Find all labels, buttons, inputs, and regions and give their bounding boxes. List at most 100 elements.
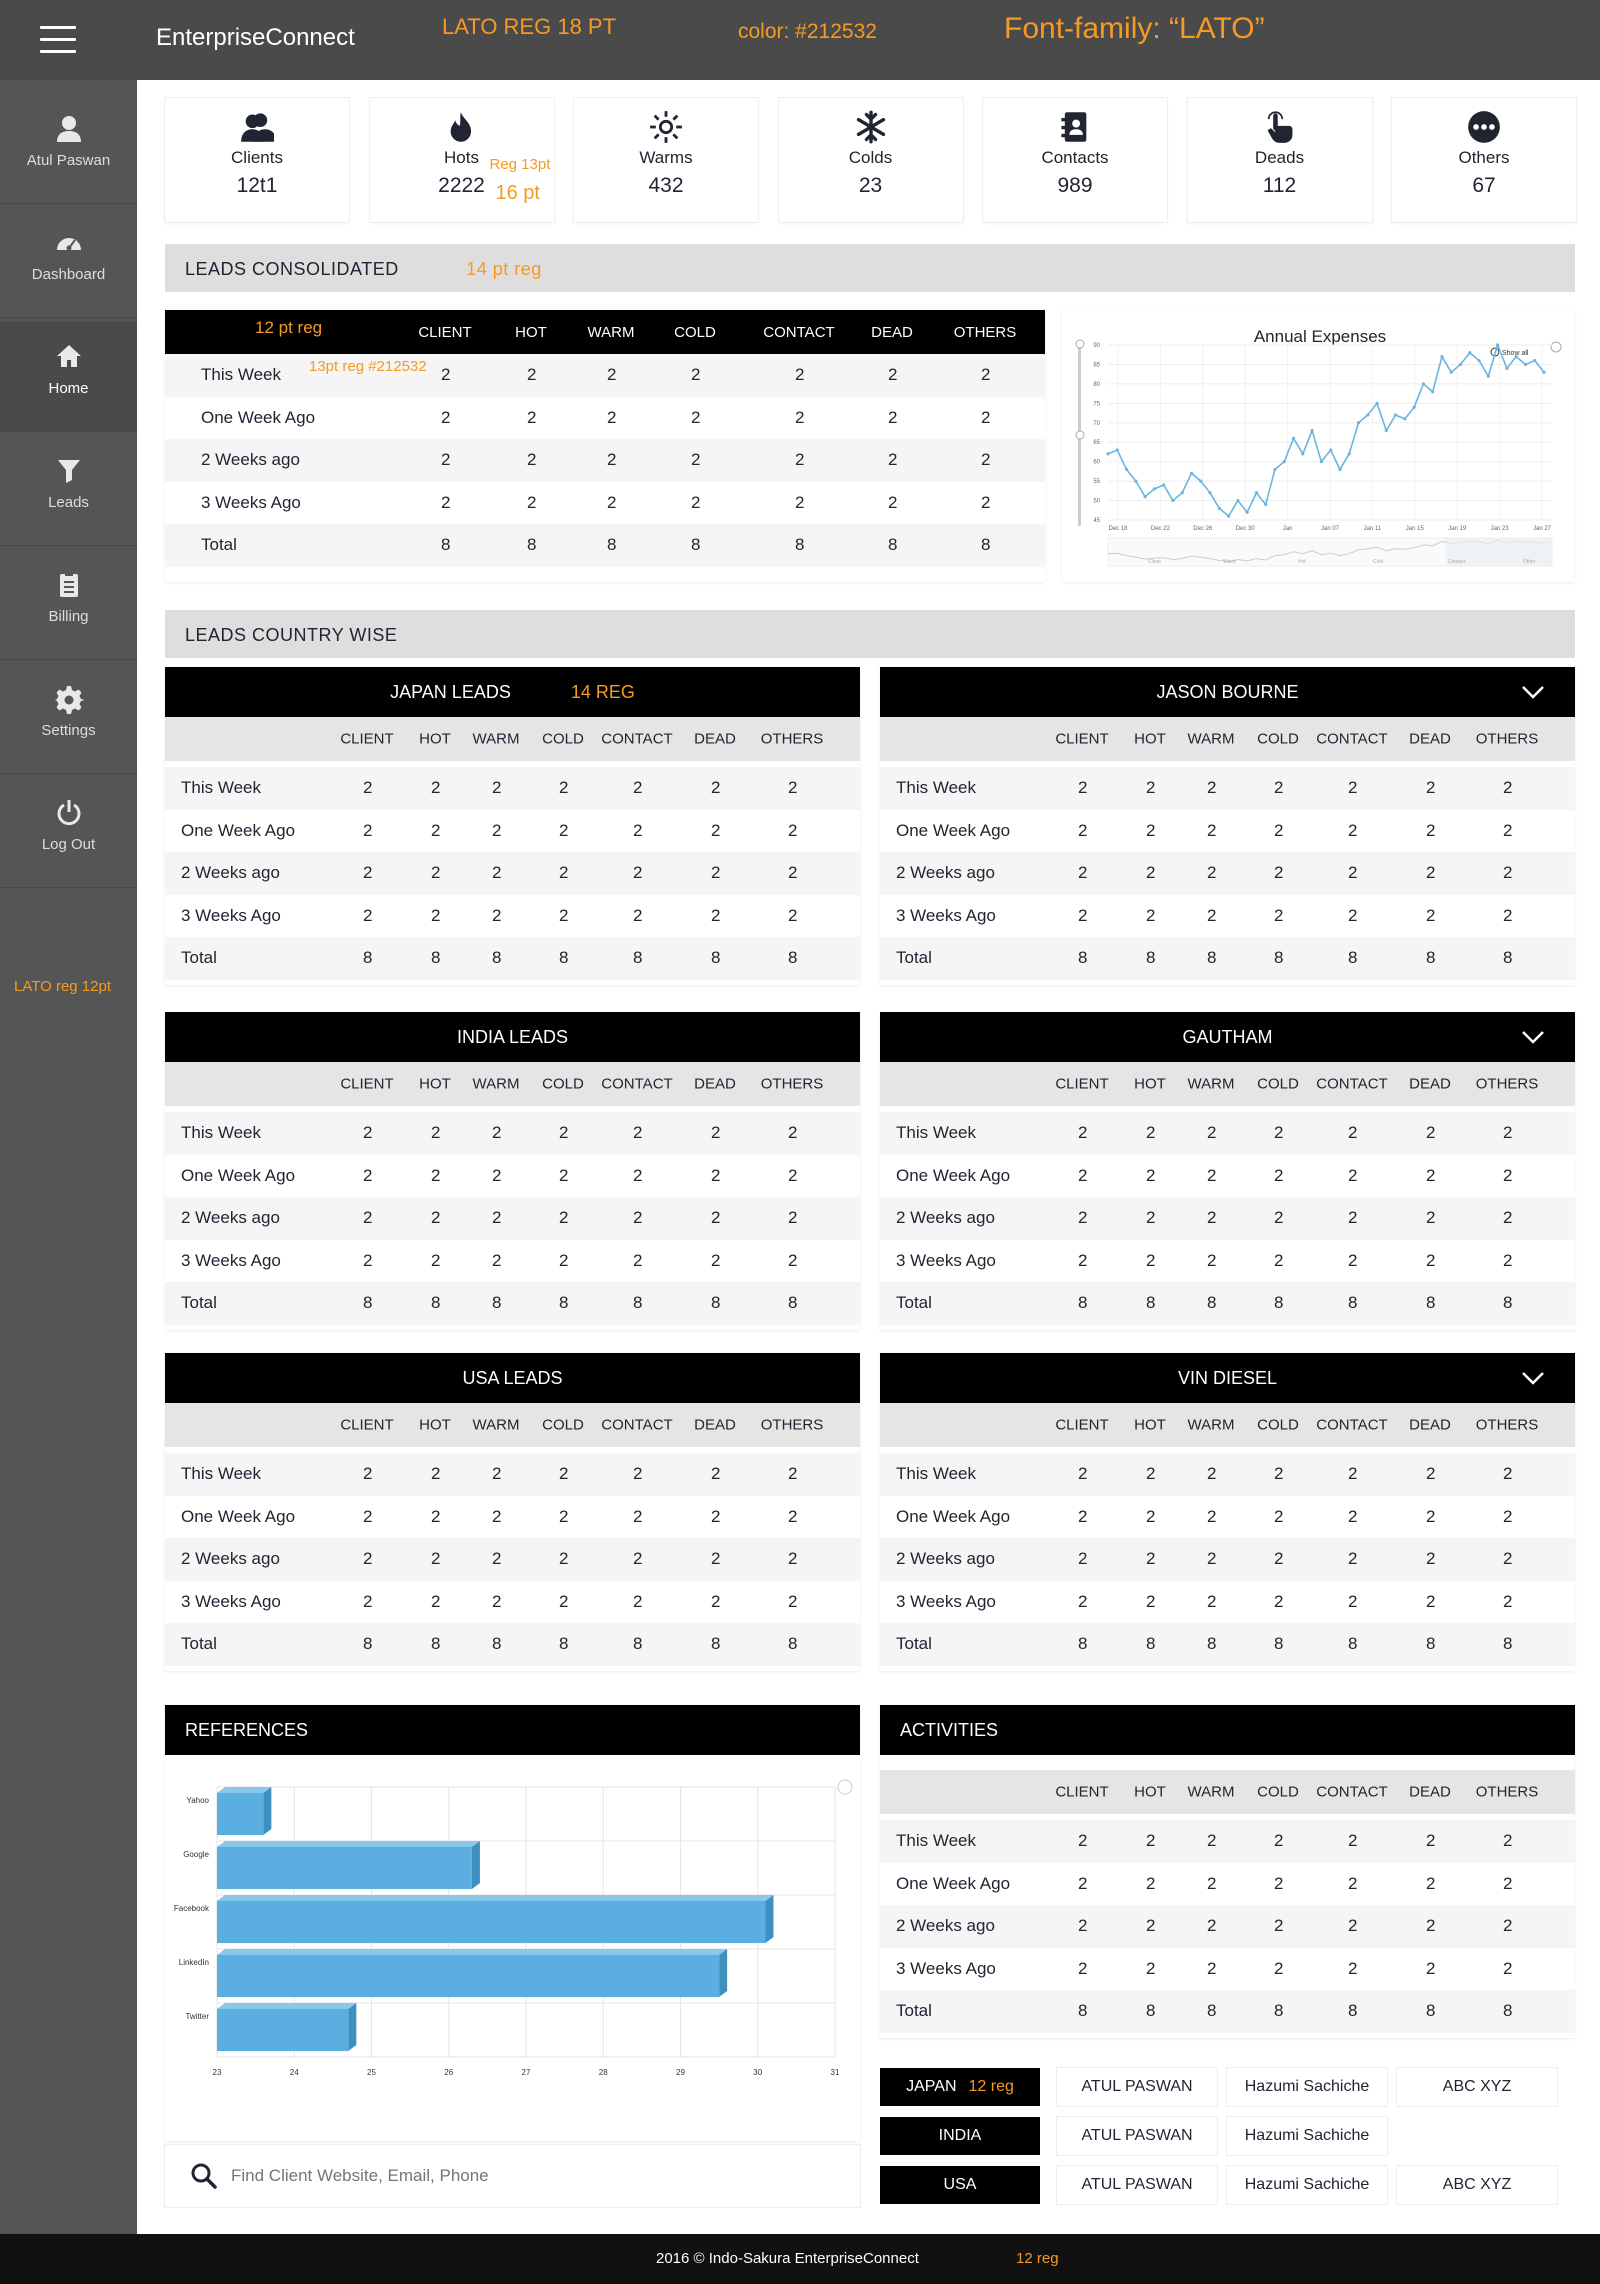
sidebar-item-log-out[interactable]: Log Out [0,778,137,888]
cell-value: 2 [711,1549,721,1569]
cell-value: 2 [1207,1831,1217,1851]
sidebar-item-billing[interactable]: Billing [0,550,137,660]
cell-value: 2 [1207,905,1217,925]
chevron-down-icon[interactable] [1521,1029,1545,1045]
assignee-button[interactable]: ATUL PASWAN [1057,2166,1217,2204]
navigator-label: Other [1523,559,1536,565]
category-label: Facebook [174,1904,210,1913]
menu-icon[interactable] [40,26,76,54]
table-row: One Week Ago 2 2 2 2 2 2 2 [880,1862,1575,1905]
cell-value: 2 [431,820,441,840]
cell-value: 8 [711,1293,721,1313]
bar-side [348,2002,357,2052]
stat-card-colds[interactable]: Colds 23 [778,98,963,222]
search-input[interactable] [231,2159,831,2193]
cell-value: 2 [1348,1591,1358,1611]
cell-value: 2 [633,778,643,798]
data-point [1458,362,1463,367]
sidebar-item-label: Dashboard [31,266,106,283]
bar-linkedin [217,1954,720,1998]
chevron-down-icon[interactable] [1521,684,1545,700]
cell-value: 2 [1503,1464,1513,1484]
country-button-india[interactable]: INDIA [880,2117,1040,2155]
cell-value: 2 [1146,1873,1156,1893]
stat-card-deads[interactable]: Deads 112 [1187,98,1372,222]
data-point [1356,421,1361,425]
country-button-japan[interactable]: JAPAN 12 reg [880,2068,1040,2106]
sidebar-item-dashboard[interactable]: Dashboard [0,208,137,318]
consolidated-table: 12 pt reg CLIENT HOT WARM COLD CONTACT DEAD OT… [165,310,1045,582]
sidebar-item-atul-paswan[interactable]: Atul Paswan [0,94,137,204]
cell-value: 2 [711,1123,721,1143]
country-button-usa[interactable]: USA [880,2166,1040,2204]
cell-value: 2 [1274,1549,1284,1569]
data-point [1134,479,1138,483]
panel-title: INDIA LEADS [456,1027,569,1047]
cell-value: 2 [1348,1250,1358,1270]
cell-value: 2 [1503,1549,1513,1569]
y-tick-label: 80 [1093,382,1100,388]
search-bar[interactable] [165,2145,860,2207]
assignee-button[interactable]: Hazumi Sachiche [1227,2068,1387,2106]
row-label: 3 Weeks Ago [896,1591,996,1611]
cell-value: 2 [633,905,643,925]
cell-value: 2 [1274,1916,1284,1936]
assignee-button[interactable]: ABC XYZ [1397,2166,1557,2204]
cell-value: 2 [527,450,537,470]
cell-value: 8 [1503,1634,1513,1654]
data-point [1217,506,1221,510]
cell-value: 2 [363,1250,373,1270]
chevron-down-icon[interactable] [1521,1370,1545,1386]
table-row: Total 8 8 8 8 8 8 8 [165,1282,860,1325]
cell-value: 2 [1274,1250,1284,1270]
stat-value: 432 [648,174,684,197]
cell-value: 2 [1426,1123,1436,1143]
data-point [1449,370,1453,374]
cell-value: 8 [607,535,617,555]
assignee-button[interactable]: Hazumi Sachiche [1227,2117,1387,2155]
cell-value: 2 [1207,1958,1217,1978]
column-header-dead: DEAD [694,730,736,748]
panel-header[interactable]: GAUTHAM [880,1012,1575,1062]
column-header-row: CLIENT HOT WARM COLD CONTACT DEAD OTHERS [165,1062,860,1106]
cell-value: 2 [633,1506,643,1526]
sidebar-item-leads[interactable]: Leads [0,436,137,546]
stat-card-warms[interactable]: Warms 432 [574,98,758,222]
sidebar-item-home[interactable]: Home [0,322,137,432]
cell-value: 2 [1348,778,1358,798]
stat-card-hots[interactable]: Hots 2222 Reg 13pt 16 pt [369,98,554,222]
table-row: 2 Weeks ago 2 2 2 2 2 2 2 [880,852,1575,895]
stat-card-contacts[interactable]: Contacts 989 [983,98,1167,222]
annotation: 14 REG [570,682,635,702]
stat-label: Contacts [1041,148,1109,167]
cell-value: 2 [788,905,798,925]
x-tick-label: Dec 18 [1108,526,1128,532]
column-header-dead: DEAD [694,1416,736,1434]
assignee-button[interactable]: Hazumi Sachiche [1227,2166,1387,2204]
column-header-hot: HOT [515,324,547,341]
assignee-button[interactable]: ABC XYZ [1397,2068,1557,2106]
table-row: One Week Ago 2 2 2 2 2 2 2 [880,1154,1575,1197]
row-label: 3 Weeks Ago [896,905,996,925]
assignee-button[interactable]: ATUL PASWAN [1057,2117,1217,2155]
stat-card-others[interactable]: Others 67 [1392,98,1576,222]
y-tick-label: 45 [1093,518,1100,524]
data-point [1375,401,1379,405]
panel-header[interactable]: JASON BOURNE [880,667,1575,717]
cell-value: 8 [1503,2001,1513,2021]
user-icon [56,116,81,142]
sidebar-item-settings[interactable]: Settings [0,664,137,774]
panel-header[interactable]: VIN DIESEL [880,1353,1575,1403]
data-point [1347,452,1351,456]
bar-top [217,1786,272,1793]
cell-value: 2 [527,365,537,385]
stat-card-clients[interactable]: Clients 12t1 [165,98,349,222]
column-header-row: CLIENT HOT WARM COLD CONTACT DEAD OTHERS [165,717,860,761]
column-header-warm: WARM [1187,1783,1235,1801]
contact-book-icon [1061,112,1087,142]
column-header-others: OTHERS [1475,1416,1539,1434]
cell-value: 2 [1146,1464,1156,1484]
assignee-button[interactable]: ATUL PASWAN [1057,2068,1217,2106]
cell-value: 2 [1503,905,1513,925]
cell-value: 2 [711,863,721,883]
